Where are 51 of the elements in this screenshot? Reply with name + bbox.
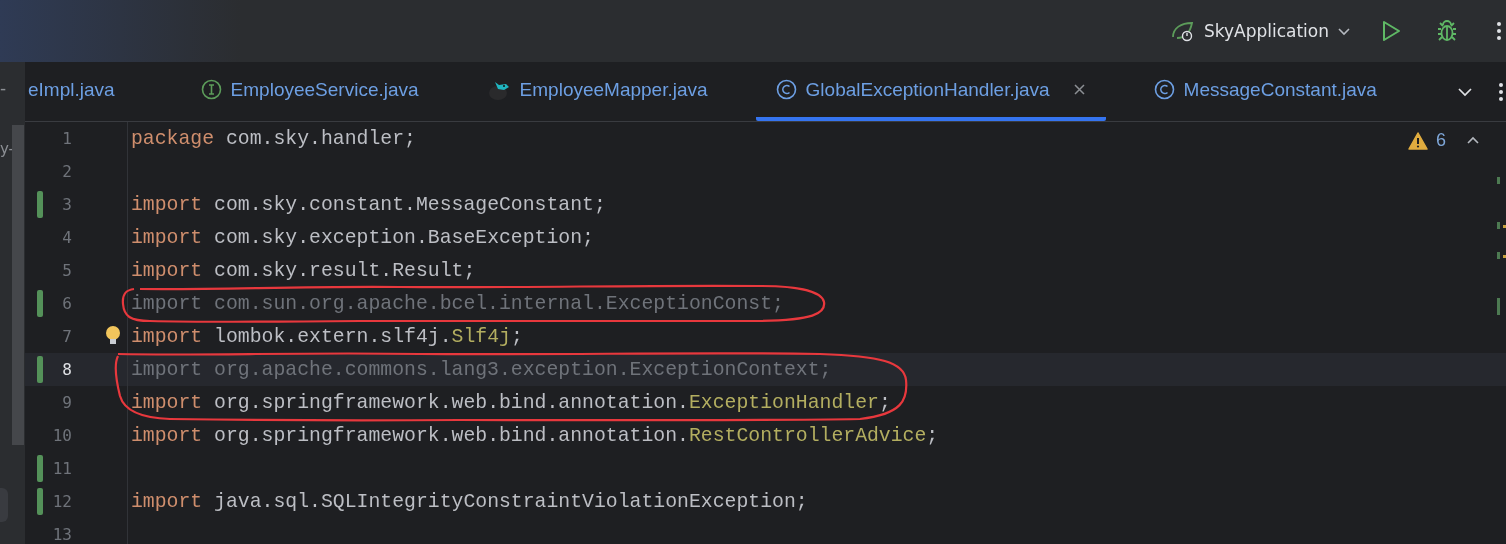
panel-text: - [0, 78, 7, 98]
line-number: 1 [62, 129, 72, 148]
run-button[interactable] [1381, 20, 1401, 42]
code-line: import com.sky.result.Result; [131, 259, 476, 282]
line-number: 13 [52, 525, 72, 544]
code-line: package com.sky.handler; [131, 127, 416, 150]
code-line: import org.springframework.web.bind.annotation.ExceptionHandler; [131, 391, 891, 414]
debug-button[interactable] [1435, 19, 1459, 43]
line-number: 8 [62, 360, 72, 379]
line-number: 10 [52, 426, 72, 445]
more-icon[interactable] [1499, 81, 1503, 102]
problems-indicator[interactable]: 6 [1408, 130, 1480, 151]
code-line: import com.sky.constant.MessageConstant; [131, 193, 606, 216]
run-configuration-dropdown[interactable]: SkyApplication [1169, 20, 1351, 42]
chevron-down-icon [1337, 26, 1351, 36]
line-number: 12 [52, 492, 72, 511]
code-line: import org.springframework.web.bind.annotation.RestControllerAdvice; [131, 424, 939, 447]
line-number: 2 [62, 162, 72, 181]
bug-icon [1435, 19, 1459, 43]
chevron-up-icon[interactable] [1466, 136, 1480, 145]
editor-tab[interactable]: EmployeeMapper.java [466, 62, 728, 121]
line-number: 7 [62, 327, 72, 346]
panel-text: y- [0, 140, 15, 158]
line-number: 3 [62, 195, 72, 214]
close-icon[interactable] [1072, 83, 1086, 96]
lightbulb-icon[interactable] [105, 326, 121, 346]
line-number: 4 [62, 228, 72, 247]
warning-count: 6 [1436, 130, 1446, 151]
warning-icon [1408, 131, 1428, 150]
line-number: 5 [62, 261, 72, 280]
editor-tab[interactable]: GlobalExceptionHandler.java [755, 62, 1106, 121]
class-icon [775, 79, 797, 100]
more-icon [1497, 21, 1501, 41]
line-number: 11 [52, 459, 72, 478]
code-line: import com.sun.org.apache.bcel.internal.ExceptionConst; [131, 292, 784, 315]
code-line: import java.sql.SQLIntegrityConstraintViolationException; [131, 490, 808, 513]
interface-icon [200, 79, 222, 100]
code-line: import com.sky.exception.BaseException; [131, 226, 594, 249]
editor-tab[interactable]: EmployeeService.java [180, 62, 439, 121]
more-button[interactable] [1497, 21, 1501, 41]
editor-tab[interactable]: MessageConstant.java [1133, 62, 1397, 121]
code-line: import lombok.extern.slf4j.Slf4j; [131, 325, 523, 348]
class-icon [1153, 79, 1175, 100]
scroll-thumb[interactable] [12, 125, 24, 445]
line-number: 6 [62, 294, 72, 313]
code-line: import org.apache.commons.lang3.exception.ExceptionContext; [131, 358, 832, 381]
editor-tab[interactable]: eImpl.java [25, 62, 135, 121]
chevron-down-icon[interactable] [1457, 86, 1473, 97]
play-icon [1381, 20, 1401, 42]
line-number: 9 [62, 393, 72, 412]
leaf-icon [1169, 20, 1196, 42]
